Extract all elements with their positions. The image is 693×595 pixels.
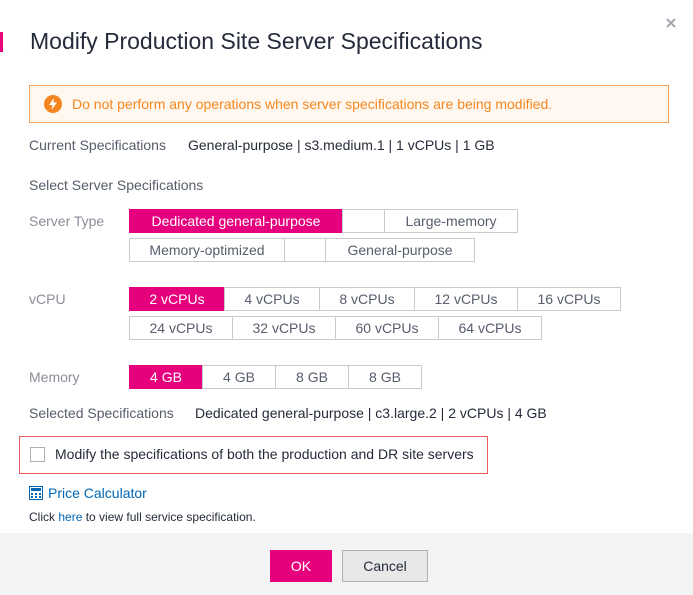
vcpu-option[interactable]: 32 vCPUs: [232, 316, 336, 340]
calculator-icon: [29, 486, 43, 500]
title-accent-bar: [0, 32, 3, 52]
both-sites-checkbox-label[interactable]: Modify the specifications of both the pr…: [55, 446, 474, 462]
vcpu-option[interactable]: 8 vCPUs: [319, 287, 415, 311]
vcpu-option[interactable]: 12 vCPUs: [414, 287, 518, 311]
lightning-warning-icon: [44, 95, 62, 113]
memory-label: Memory: [29, 369, 80, 385]
server-type-label: Server Type: [29, 213, 105, 229]
vcpu-option[interactable]: 24 vCPUs: [129, 316, 233, 340]
server-type-option[interactable]: Dedicated general-purpose: [129, 209, 343, 233]
memory-option[interactable]: 8 GB: [348, 365, 422, 389]
memory-option[interactable]: 4 GB: [129, 365, 203, 389]
vcpu-option[interactable]: 60 vCPUs: [335, 316, 439, 340]
cancel-button[interactable]: Cancel: [342, 550, 428, 582]
current-spec-value: General-purpose | s3.medium.1 | 1 vCPUs …: [188, 137, 495, 153]
server-type-option[interactable]: General-purpose: [325, 238, 475, 262]
ok-button[interactable]: OK: [270, 550, 332, 582]
here-link[interactable]: here: [58, 510, 82, 524]
note-suffix: to view full service specification.: [82, 510, 256, 524]
server-type-option[interactable]: Large-memory: [384, 209, 518, 233]
memory-option[interactable]: 8 GB: [275, 365, 349, 389]
selected-spec-value: Dedicated general-purpose | c3.large.2 |…: [195, 405, 547, 421]
vcpu-option[interactable]: 4 vCPUs: [224, 287, 320, 311]
server-type-option[interactable]: Memory-optimized: [129, 238, 285, 262]
spec-note: Click here to view full service specific…: [29, 510, 256, 524]
note-prefix: Click: [29, 510, 59, 524]
current-spec-label: Current Specifications: [29, 137, 166, 153]
selected-spec-label: Selected Specifications: [29, 405, 174, 421]
warning-alert: Do not perform any operations when serve…: [29, 85, 669, 123]
price-calculator-label[interactable]: Price Calculator: [48, 485, 147, 501]
dialog-title: Modify Production Site Server Specificat…: [30, 28, 483, 54]
server-type-option[interactable]: [284, 238, 326, 262]
vcpu-option[interactable]: 16 vCPUs: [517, 287, 621, 311]
close-icon[interactable]: [664, 16, 678, 30]
select-spec-heading: Select Server Specifications: [29, 177, 204, 193]
memory-option[interactable]: 4 GB: [202, 365, 276, 389]
modify-specs-dialog: Modify Production Site Server Specificat…: [0, 0, 693, 595]
both-sites-checkbox[interactable]: [30, 447, 45, 462]
alert-text: Do not perform any operations when serve…: [72, 96, 553, 112]
vcpu-option[interactable]: 2 vCPUs: [129, 287, 225, 311]
vcpu-label: vCPU: [29, 291, 66, 307]
vcpu-option[interactable]: 64 vCPUs: [438, 316, 542, 340]
price-calculator-link[interactable]: Price Calculator: [29, 485, 147, 501]
server-type-option[interactable]: [342, 209, 385, 233]
